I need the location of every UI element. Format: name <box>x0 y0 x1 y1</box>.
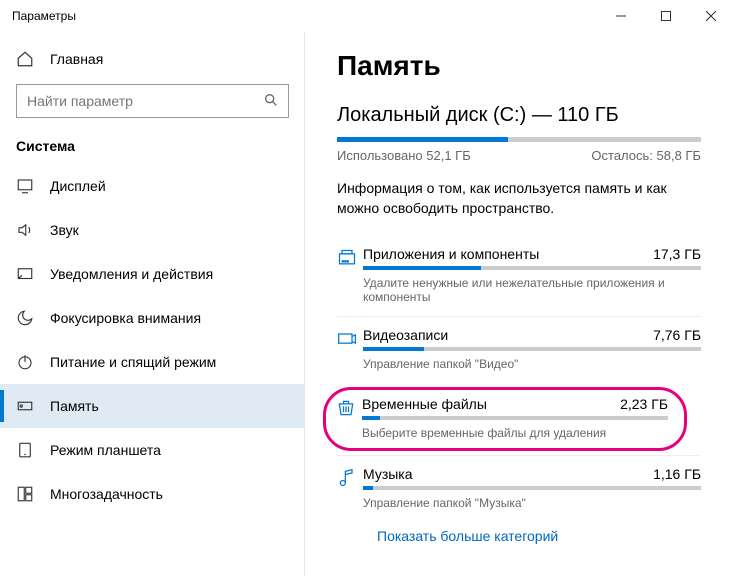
disk-usage-fill <box>337 137 508 142</box>
category-size: 2,23 ГБ <box>620 396 668 412</box>
trash-icon <box>336 396 362 440</box>
sidebar-item-storage[interactable]: Память <box>0 384 305 428</box>
sound-icon <box>16 221 36 239</box>
category-desc: Удалите ненужные или нежелательные прило… <box>363 276 701 304</box>
search-box[interactable] <box>16 84 289 118</box>
storage-icon <box>16 397 36 415</box>
category-size: 17,3 ГБ <box>653 246 701 262</box>
sidebar-item-notifications[interactable]: Уведомления и действия <box>0 252 305 296</box>
home-icon <box>16 50 36 68</box>
used-label: Использовано 52,1 ГБ <box>337 148 471 163</box>
apps-icon <box>337 246 363 304</box>
minimize-button[interactable] <box>598 0 643 32</box>
category-title: Музыка <box>363 466 413 482</box>
show-more-link[interactable]: Показать больше категорий <box>337 522 701 544</box>
sidebar-item-focus[interactable]: Фокусировка внимания <box>0 296 305 340</box>
sidebar-item-label: Режим планшета <box>50 442 161 458</box>
category-bar <box>363 347 701 351</box>
category-title: Приложения и компоненты <box>363 246 539 262</box>
search-input[interactable] <box>16 84 289 118</box>
search-icon <box>263 92 279 108</box>
close-button[interactable] <box>688 0 733 32</box>
disk-usage-bar <box>337 137 701 142</box>
category-videos[interactable]: Видеозаписи 7,76 ГБ Управление папкой "Вид… <box>337 316 701 383</box>
sidebar: Главная Система Дисплей Звук Уведомления… <box>0 32 305 576</box>
sidebar-item-label: Дисплей <box>50 178 106 194</box>
tablet-icon <box>16 441 36 459</box>
display-icon <box>16 177 36 195</box>
category-bar <box>363 486 701 490</box>
sidebar-item-label: Многозадачность <box>50 486 163 502</box>
category-desc: Управление папкой "Музыка" <box>363 496 701 510</box>
category-title: Временные файлы <box>362 396 487 412</box>
sidebar-item-display[interactable]: Дисплей <box>0 164 305 208</box>
music-icon <box>337 466 363 510</box>
section-header: Система <box>0 132 305 164</box>
sidebar-item-label: Память <box>50 398 99 414</box>
sidebar-item-label: Звук <box>50 222 79 238</box>
titlebar: Параметры <box>0 0 733 32</box>
sidebar-item-power[interactable]: Питание и спящий режим <box>0 340 305 384</box>
sidebar-item-tablet[interactable]: Режим планшета <box>0 428 305 472</box>
category-apps[interactable]: Приложения и компоненты 17,3 ГБ Удалите не… <box>337 236 701 316</box>
category-desc: Управление папкой "Видео" <box>363 357 701 371</box>
category-music[interactable]: Музыка 1,16 ГБ Управление папкой "Музыка" <box>337 455 701 522</box>
category-size: 7,76 ГБ <box>653 327 701 343</box>
multitask-icon <box>16 485 36 503</box>
disk-name: Локальный диск (C:) — 110 ГБ <box>337 104 701 127</box>
video-icon <box>337 327 363 371</box>
maximize-button[interactable] <box>643 0 688 32</box>
free-label: Осталось: 58,8 ГБ <box>591 148 701 163</box>
notifications-icon <box>16 265 36 283</box>
power-icon <box>16 353 36 371</box>
sidebar-item-label: Фокусировка внимания <box>50 310 201 326</box>
category-bar <box>362 416 668 420</box>
window-title: Параметры <box>12 9 598 23</box>
sidebar-item-sound[interactable]: Звук <box>0 208 305 252</box>
category-temp-files[interactable]: Временные файлы 2,23 ГБ Выберите временные… <box>337 383 701 455</box>
home-nav[interactable]: Главная <box>0 40 305 78</box>
category-desc: Выберите временные файлы для удаления <box>362 426 668 440</box>
page-title: Память <box>337 50 701 82</box>
content: Память Локальный диск (C:) — 110 ГБ Испо… <box>305 32 733 576</box>
storage-description: Информация о том, как используется памят… <box>337 179 701 218</box>
sidebar-item-label: Уведомления и действия <box>50 266 213 282</box>
category-bar <box>363 266 701 270</box>
home-label: Главная <box>50 51 103 67</box>
sidebar-item-label: Питание и спящий режим <box>50 354 216 370</box>
focus-icon <box>16 309 36 327</box>
sidebar-item-multitask[interactable]: Многозадачность <box>0 472 305 516</box>
category-size: 1,16 ГБ <box>653 466 701 482</box>
category-title: Видеозаписи <box>363 327 448 343</box>
